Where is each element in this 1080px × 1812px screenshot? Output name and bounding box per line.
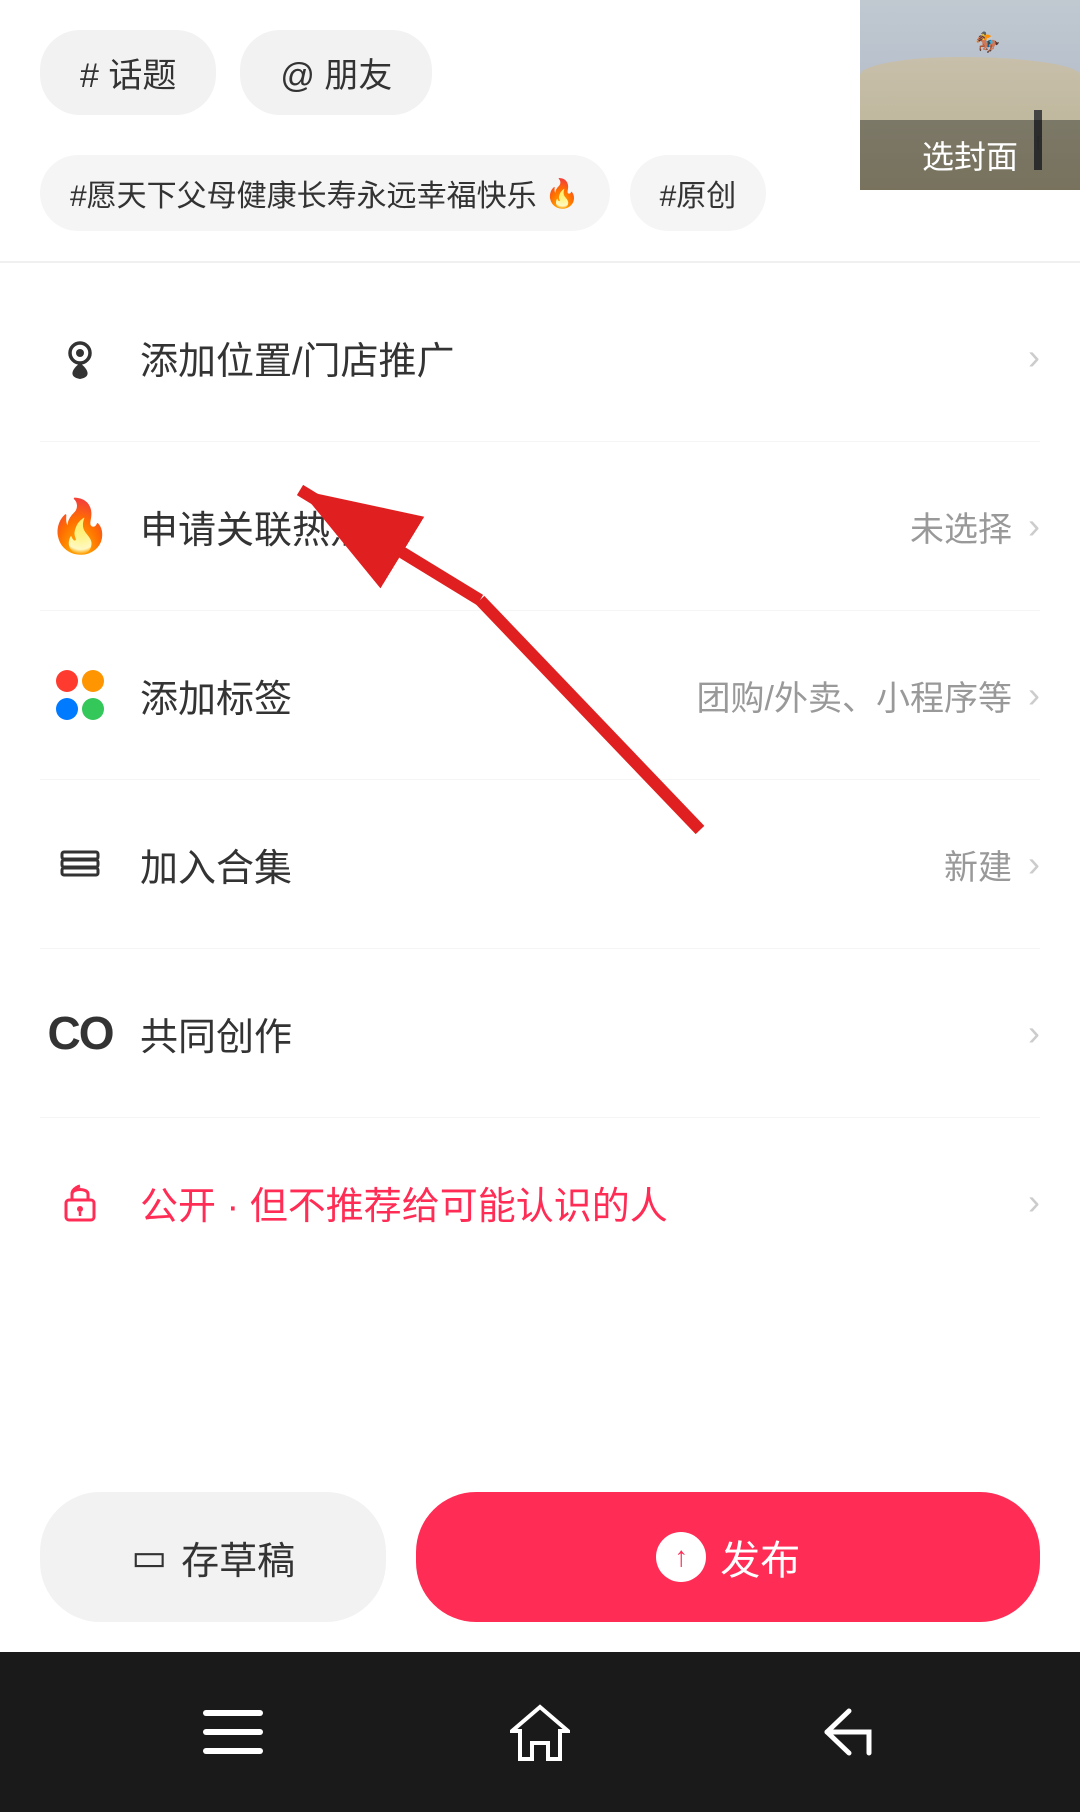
publish-icon: ↑ [656,1532,706,1582]
location-icon [40,317,120,397]
menu-item-collection[interactable]: 加入合集 新建 › [40,780,1040,949]
menu-label-privacy: 公开 · 但不推荐给可能认识的人 [140,1175,1028,1230]
fire-emoji: 🔥 [545,177,580,210]
menu-arrow-location: › [1028,336,1040,378]
fire-icon: 🔥 [40,486,120,566]
publish-button[interactable]: ↑ 发布 [416,1492,1040,1622]
dots-icon [40,655,120,735]
rider-figure: 🏇 [975,30,1000,55]
topic-tag-1[interactable]: #原创 [630,155,767,231]
menu-arrow-hot: › [1028,505,1040,547]
tag-buttons: # 话题 @ 朋友 [40,30,432,115]
menu-item-hot[interactable]: 🔥 申请关联热点 未选择 › [40,442,1040,611]
menu-item-tags[interactable]: 添加标签 团购/外卖、小程序等 › [40,611,1040,780]
menu-label-collection: 加入合集 [140,837,944,892]
menu-label-hot: 申请关联热点 [140,499,910,554]
lock-icon [40,1162,120,1242]
nav-back-button[interactable] [797,1682,897,1782]
menu-label-location: 添加位置/门店推广 [140,330,1028,385]
divider [0,261,1080,263]
top-section: # 话题 @ 朋友 🏇 选封面 [0,0,1080,135]
layers-icon [40,824,120,904]
cover-label[interactable]: 选封面 [860,120,1080,190]
menu-item-location[interactable]: 添加位置/门店推广 › [40,273,1040,442]
menu-label-tags: 添加标签 [140,668,697,723]
publish-label: 发布 [720,1528,800,1586]
nav-menu-button[interactable] [183,1682,283,1782]
hashtag-button[interactable]: # 话题 [40,30,216,115]
menu-value-tags: 团购/外卖、小程序等 [697,671,1012,720]
menu-item-privacy[interactable]: 公开 · 但不推荐给可能认识的人 › [40,1118,1040,1286]
menu-value-collection: 新建 [944,840,1012,889]
co-icon: CO [40,993,120,1073]
menu-list: 添加位置/门店推广 › 🔥 申请关联热点 未选择 › 添加标签 团购/外卖、小程… [0,273,1080,1286]
menu-item-collab[interactable]: CO 共同创作 › [40,949,1040,1118]
draft-button[interactable]: ▭ 存草稿 [40,1492,386,1622]
menu-arrow-tags: › [1028,674,1040,716]
mention-button[interactable]: @ 朋友 [240,30,432,115]
menu-arrow-collab: › [1028,1012,1040,1054]
bottom-actions: ▭ 存草稿 ↑ 发布 [0,1462,1080,1652]
nav-bar [0,1652,1080,1812]
topic-text-0: #愿天下父母健康长寿永远幸福快乐 [70,171,537,215]
topic-text-1: #原创 [660,171,737,215]
menu-value-hot: 未选择 [910,502,1012,551]
menu-arrow-privacy: › [1028,1181,1040,1223]
topic-tag-0[interactable]: #愿天下父母健康长寿永远幸福快乐 🔥 [40,155,610,231]
nav-home-button[interactable] [490,1682,590,1782]
draft-label: 存草稿 [181,1530,295,1585]
menu-arrow-collection: › [1028,843,1040,885]
draft-icon: ▭ [131,1535,167,1580]
menu-label-collab: 共同创作 [140,1006,1028,1061]
cover-image-container[interactable]: 🏇 选封面 [860,0,1080,190]
